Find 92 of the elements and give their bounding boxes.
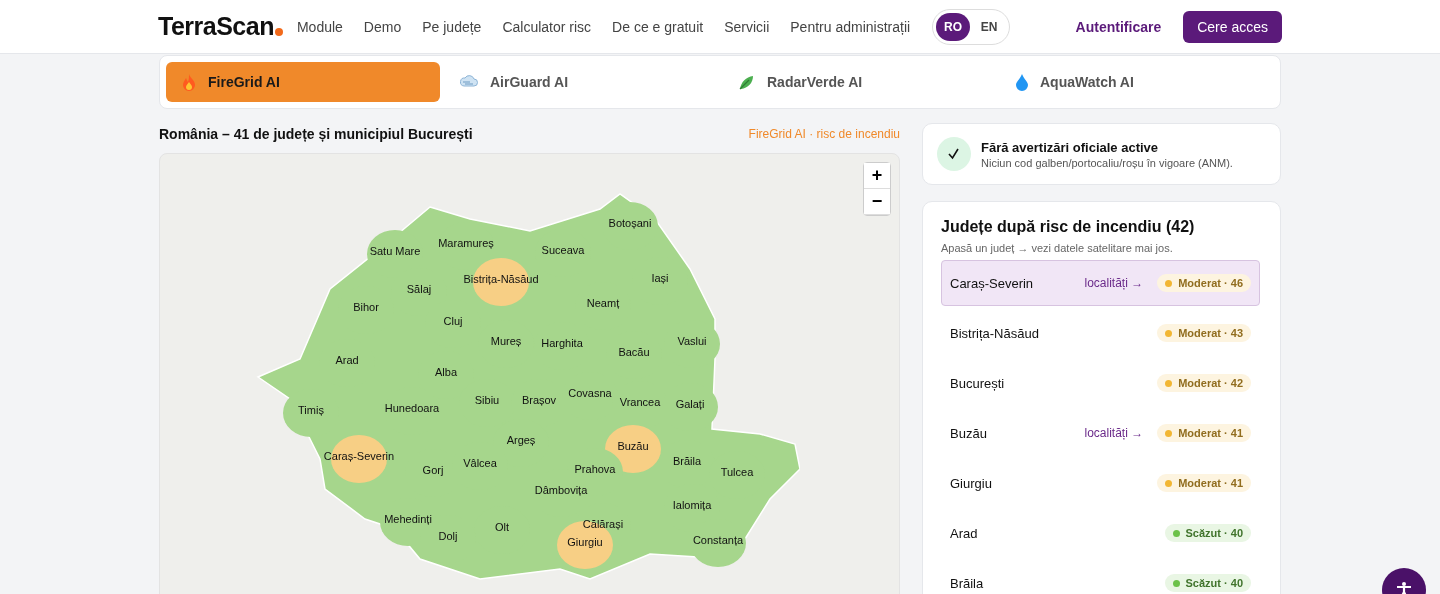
zoom-in-button[interactable]: + (864, 163, 890, 189)
county-label[interactable]: Cluj (443, 315, 463, 327)
county-label[interactable]: Harghita (541, 337, 583, 349)
county-label[interactable]: Tulcea (720, 466, 754, 478)
county-label[interactable]: Ialomița (672, 499, 712, 511)
county-name: Giurgiu (950, 475, 993, 491)
flame-icon (182, 73, 196, 91)
nav-link[interactable]: De ce e gratuit (612, 18, 704, 35)
check-icon (937, 137, 971, 171)
product-tab[interactable]: RadarVerde AI (722, 62, 996, 102)
county-name: Buzău (950, 425, 988, 441)
county-label[interactable]: Iași (651, 272, 669, 284)
county-label[interactable]: Dolj (438, 530, 458, 542)
county-label[interactable]: Covasna (568, 387, 612, 399)
risk-badge: Moderat · 42 (1157, 374, 1251, 392)
county-label[interactable]: Hunedoara (384, 402, 440, 414)
county-label[interactable]: Constanța (692, 534, 744, 546)
county-label[interactable]: Prahova (574, 463, 616, 475)
county-label[interactable]: Vrancea (619, 396, 661, 408)
localities-link[interactable]: localități → (1084, 276, 1144, 290)
nav-link[interactable]: Servicii (724, 18, 770, 35)
county-label[interactable]: Buzău (617, 440, 649, 452)
map-layer-label: FireGrid AI · risc de incendiu (748, 127, 900, 141)
county-label[interactable]: Mehedinți (384, 513, 432, 525)
nav-link[interactable]: Module (296, 18, 343, 35)
risk-badge: Scăzut · 40 (1164, 524, 1251, 542)
leaf-icon (738, 73, 755, 91)
wind-cloud-icon (460, 74, 478, 90)
county-row[interactable]: București Moderat · 42 (941, 360, 1260, 406)
county-label[interactable]: Galați (675, 398, 705, 410)
risk-badge: Moderat · 46 (1157, 274, 1251, 292)
alert-text: Niciun cod galben/portocaliu/roșu în vigoare (ANM). (981, 156, 1233, 169)
county-label[interactable]: Dâmbovița (534, 484, 588, 496)
county-name: Caraș-Severin (950, 275, 1035, 291)
county-label[interactable]: Botoșani (608, 217, 652, 229)
droplet-icon (1016, 73, 1028, 91)
county-label[interactable]: Argeș (506, 434, 536, 446)
county-label[interactable]: Brăila (672, 455, 702, 467)
county-name: Bistrița-Năsăud (950, 325, 1040, 341)
county-label[interactable]: Mureș (490, 335, 522, 347)
alert-title: Fără avertizări oficiale active (981, 139, 1160, 155)
county-label[interactable]: Timiș (298, 404, 324, 416)
county-row[interactable]: Arad Scăzut · 40 (941, 510, 1260, 556)
logo[interactable]: TerraScan (158, 12, 274, 41)
county-label[interactable]: Sălaj (406, 283, 432, 295)
county-label[interactable]: Neamț (586, 297, 620, 309)
product-tab[interactable]: FireGrid AI (166, 62, 440, 102)
county-label[interactable]: Olt (494, 521, 510, 533)
map-title: România – 41 de județe și municipiul București (159, 126, 473, 142)
county-label[interactable]: Satu Mare (369, 245, 421, 257)
risk-badge: Scăzut · 40 (1164, 574, 1251, 592)
county-row[interactable]: Bistrița-Năsăud Moderat · 43 (941, 310, 1260, 356)
county-label[interactable]: Bistrița-Năsăud (463, 273, 539, 285)
county-label[interactable]: Giurgiu (567, 536, 603, 548)
county-label[interactable]: Brașov (521, 394, 557, 406)
county-label[interactable]: Bacău (618, 346, 650, 358)
county-label[interactable]: Gorj (422, 464, 444, 476)
county-label[interactable]: Vâlcea (463, 457, 497, 469)
nav-link[interactable]: Pentru administrații (790, 18, 911, 35)
accessibility-icon (1395, 581, 1413, 594)
nav-link[interactable]: Pe județe (422, 18, 482, 35)
county-name: Brăila (950, 575, 985, 591)
ranking-title: Județe după risc de incendiu (42) (941, 218, 1196, 236)
product-tab[interactable]: AquaWatch AI (1000, 62, 1274, 102)
county-label[interactable]: Bihor (353, 301, 379, 313)
risk-badge: Moderat · 41 (1157, 424, 1251, 442)
county-row[interactable]: Buzău localități → Moderat · 41 (941, 410, 1260, 456)
county-label[interactable]: Suceava (541, 244, 585, 256)
county-label[interactable]: Vaslui (677, 335, 707, 347)
county-row[interactable]: Brăila Scăzut · 40 (941, 560, 1260, 594)
risk-badge: Moderat · 43 (1157, 324, 1251, 342)
risk-badge: Moderat · 41 (1157, 474, 1251, 492)
language-option[interactable]: EN (972, 12, 1007, 41)
county-row[interactable]: Giurgiu Moderat · 41 (941, 460, 1260, 506)
county-label[interactable]: Arad (335, 354, 359, 366)
localities-link[interactable]: localități → (1084, 426, 1144, 440)
nav-link[interactable]: Calculator risc (502, 18, 592, 35)
county-label[interactable]: Alba (435, 366, 457, 378)
county-name: București (950, 375, 1006, 391)
county-label[interactable]: Călărași (582, 518, 624, 530)
county-row[interactable]: Caraș-Severin localități → Moderat · 46 (941, 260, 1260, 306)
county-label[interactable]: Caraș-Severin (323, 450, 395, 462)
county-label[interactable]: Sibiu (474, 394, 500, 406)
logo-dot-icon (274, 28, 283, 36)
request-access-button[interactable]: Cere acces (1183, 10, 1282, 43)
nav-link[interactable]: Demo (363, 18, 402, 35)
county-label[interactable]: Maramureș (438, 237, 494, 249)
county-name: Arad (950, 525, 979, 541)
login-link[interactable]: Autentificare (1075, 18, 1162, 35)
ranking-hint: Apasă un județ → vezi datele satelitare mai jos. (941, 242, 1174, 254)
language-option[interactable]: RO (936, 12, 971, 41)
product-tab[interactable]: AirGuard AI (444, 62, 718, 102)
